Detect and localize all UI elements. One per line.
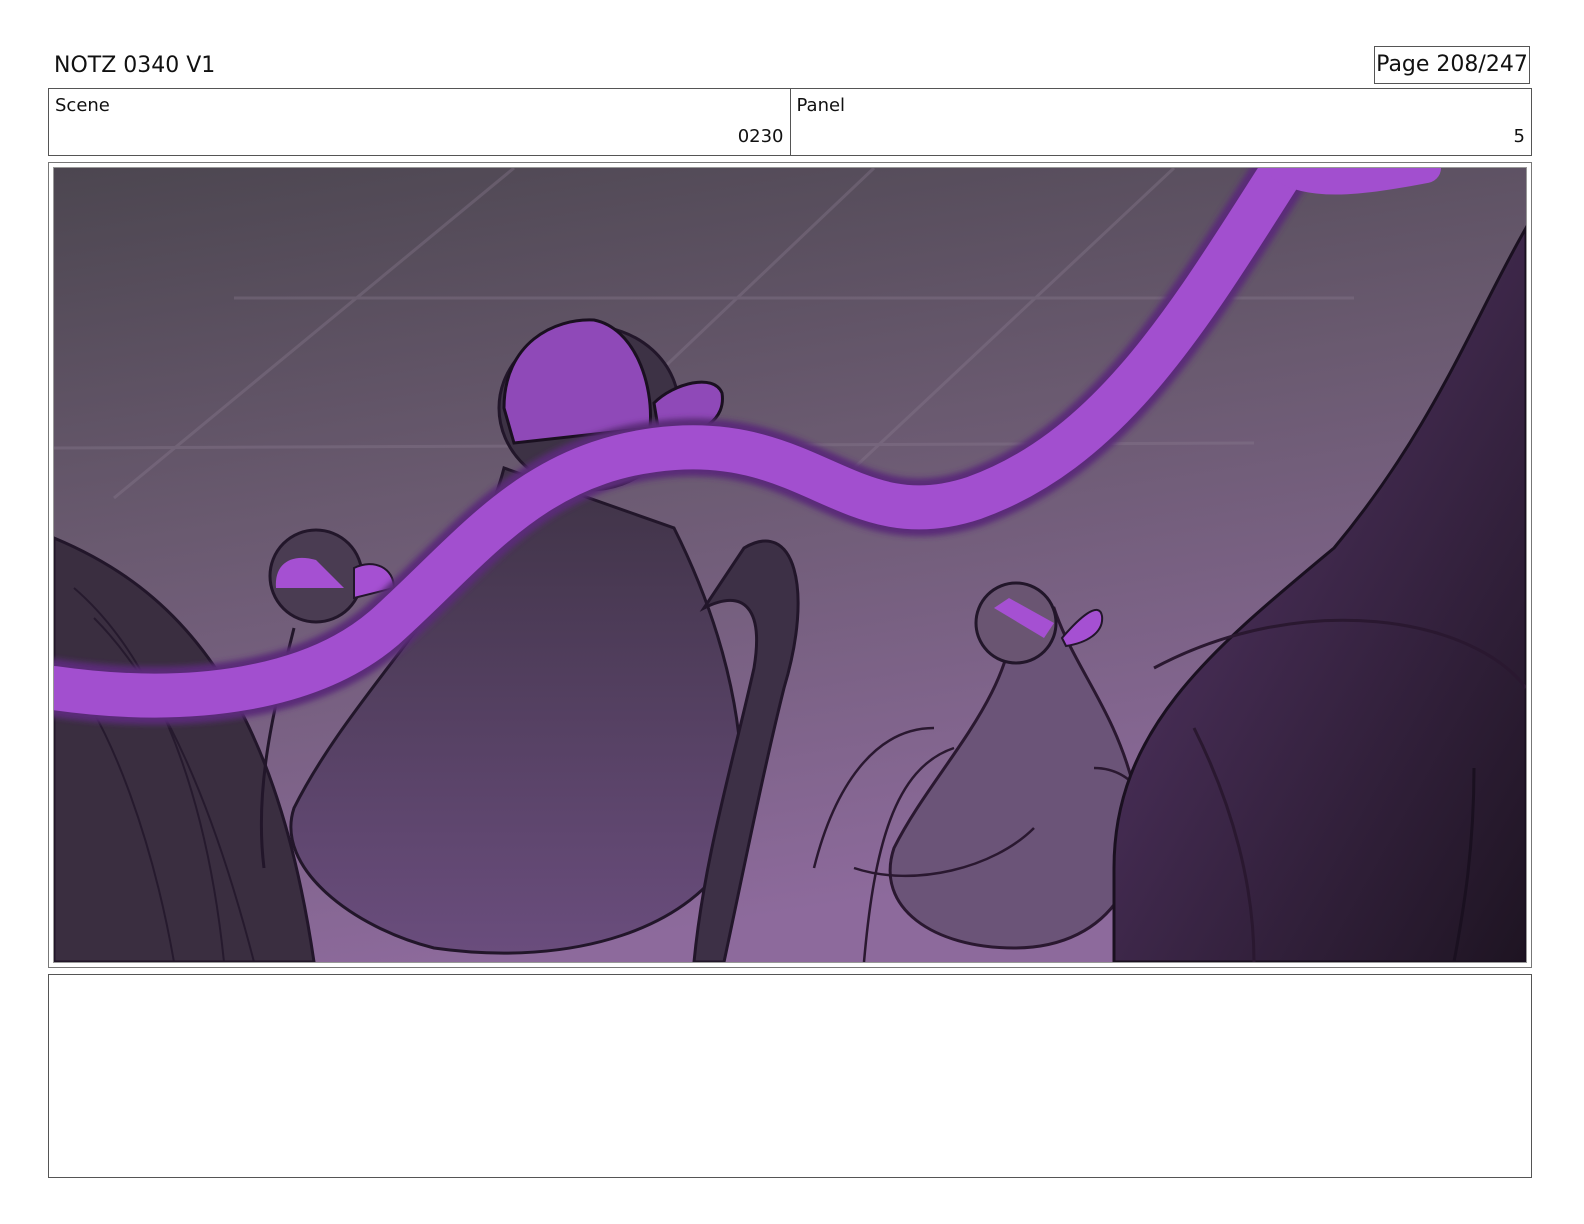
scene-value: 0230 [737,126,784,147]
page-number: Page 208/247 [1374,46,1530,84]
scene-label: Scene [55,95,110,116]
storyboard-image [53,167,1527,963]
panel-label: Panel [796,95,846,116]
panel-value: 5 [1513,126,1525,147]
scene-cell: Scene 0230 [49,89,790,155]
document-title: NOTZ 0340 V1 [54,53,216,78]
storyboard-sketch [54,168,1526,962]
panel-cell: Panel 5 [789,89,1532,155]
panel-frame [48,162,1532,968]
notes-box[interactable] [48,974,1532,1178]
info-row: Scene 0230 Panel 5 [48,88,1532,156]
